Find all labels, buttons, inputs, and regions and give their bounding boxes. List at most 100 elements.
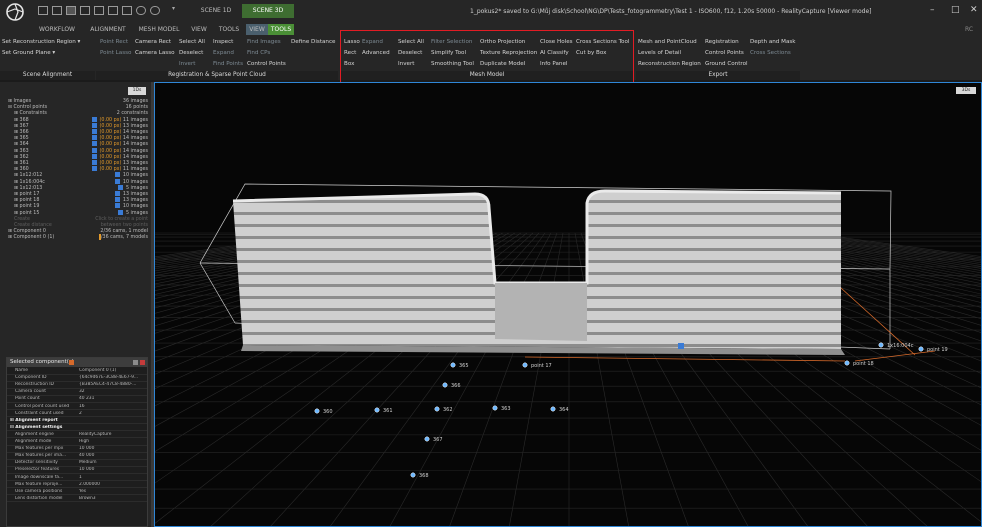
select-all-button[interactable]: Select All	[179, 39, 205, 45]
layout-3-icon[interactable]	[66, 6, 76, 15]
checkbox-icon[interactable]	[91, 122, 97, 128]
tab-tools[interactable]: TOOLS	[216, 24, 242, 35]
panel-pin-icon[interactable]	[69, 360, 74, 365]
export-registration-button[interactable]: Registration	[705, 39, 739, 45]
checkbox-icon[interactable]	[114, 197, 120, 203]
redo-icon[interactable]	[150, 6, 160, 15]
panel-float-icon[interactable]	[133, 360, 138, 365]
property-row[interactable]: Lens distortion model Brown3	[7, 496, 147, 503]
layout-6-icon[interactable]	[108, 6, 118, 15]
control-point-marker[interactable]	[522, 362, 528, 368]
point-lasso-button[interactable]: Point Lasso	[100, 50, 131, 56]
control-point-marker[interactable]	[844, 360, 850, 366]
camera-lasso-button[interactable]: Camera Lasso	[135, 50, 175, 56]
checkbox-icon[interactable]	[114, 178, 120, 184]
selection-marker[interactable]	[678, 343, 684, 349]
tree-row[interactable]: ⊞ Component 0 (1) /36 cams, 7 models	[8, 234, 148, 241]
export-ground-control-button[interactable]: Ground Control	[705, 61, 748, 67]
minimize-button[interactable]: –	[930, 5, 935, 15]
checkbox-icon[interactable]	[91, 153, 97, 159]
property-row[interactable]: Camera count 32	[7, 389, 147, 396]
control-point-marker[interactable]	[410, 472, 416, 478]
3d-scene[interactable]: 365 point 17 366 360 361 362 363 364 367 368 1x16:…	[155, 83, 982, 527]
property-row[interactable]: Detector sensitivity Medium	[7, 460, 147, 467]
3d-viewport[interactable]: 3Ds 365 point 17 366 360 361 362 363 364…	[154, 82, 982, 527]
expand-button[interactable]: Expand	[213, 50, 234, 56]
layout-7-icon[interactable]	[122, 6, 132, 15]
control-point-marker[interactable]	[442, 382, 448, 388]
maximize-button[interactable]: □	[951, 5, 960, 15]
find-images-button[interactable]: Find Images	[247, 39, 281, 45]
property-row[interactable]: Image downscale fa... 1	[7, 475, 147, 482]
checkbox-icon[interactable]	[91, 166, 97, 172]
checkbox-icon[interactable]	[91, 160, 97, 165]
close-button[interactable]: ✕	[970, 5, 978, 15]
set-ground-plane-button[interactable]: Set Ground Plane ▾	[2, 50, 55, 56]
control-point-marker[interactable]	[314, 408, 320, 414]
control-points-button[interactable]: Control Points	[247, 61, 286, 67]
tree-panel-badge[interactable]: 1Ds	[128, 87, 146, 95]
tab-workflow[interactable]: WORKFLOW	[34, 24, 80, 35]
checkbox-icon[interactable]	[114, 172, 120, 178]
camera-rect-button[interactable]: Camera Rect	[135, 39, 171, 45]
property-row[interactable]: Use camera positions Yes	[7, 489, 147, 496]
layout-5-icon[interactable]	[94, 6, 104, 15]
property-row[interactable]: Name Component 0 (1)	[7, 368, 147, 375]
property-row[interactable]: Alignment engine RealityCapture	[7, 432, 147, 439]
property-row[interactable]: Constraint count used 2	[7, 411, 147, 418]
checkbox-icon[interactable]	[91, 129, 97, 134]
tab-view[interactable]: VIEW	[188, 24, 210, 35]
scene-tab-3d[interactable]: SCENE 3D	[242, 4, 294, 18]
deselect-button[interactable]: Deselect	[179, 50, 203, 56]
export-control-points-button[interactable]: Control Points	[705, 50, 744, 56]
inspect-button[interactable]: Inspect	[213, 39, 233, 45]
property-row[interactable]: Component ID {64c9d67E-3C88-4E67-9...	[7, 375, 147, 382]
property-row[interactable]: Max features per ima... 40 000	[7, 453, 147, 460]
tab-mesh-model[interactable]: MESH MODEL	[136, 24, 182, 35]
control-point-marker[interactable]	[492, 405, 498, 411]
tab-view-contextual[interactable]: VIEW	[246, 24, 268, 35]
define-distance-button[interactable]: Define Distance	[291, 39, 336, 45]
invert-button[interactable]: Invert	[179, 61, 195, 67]
panel-close-icon[interactable]	[140, 360, 145, 365]
export-lod-button[interactable]: Levels of Detail	[638, 50, 681, 56]
point-rect-button[interactable]: Point Rect	[100, 39, 128, 45]
find-points-button[interactable]: Find Points	[213, 61, 243, 67]
control-point-marker[interactable]	[918, 346, 924, 352]
property-row[interactable]: Reconstruction ID {B385AEC4-47C8-4880-...	[7, 382, 147, 389]
checkbox-icon[interactable]	[91, 135, 97, 141]
user-badge[interactable]: RC	[962, 24, 976, 35]
tab-tools-active[interactable]: TOOLS	[268, 24, 294, 35]
tab-alignment[interactable]: ALIGNMENT	[86, 24, 130, 35]
checkbox-icon[interactable]	[114, 203, 120, 209]
checkbox-icon[interactable]	[91, 116, 97, 122]
control-point-marker[interactable]	[434, 406, 440, 412]
control-point-marker[interactable]	[550, 406, 556, 412]
set-reconstruction-region-button[interactable]: Set Reconstruction Region ▾	[2, 39, 80, 45]
property-row[interactable]: ⊞ Alignment report	[7, 418, 147, 425]
property-row[interactable]: Max features per mpx 10 000	[7, 446, 147, 453]
property-row[interactable]: ⊟ Alignment settings	[7, 425, 147, 432]
control-point-marker[interactable]	[374, 407, 380, 413]
layout-2-icon[interactable]	[52, 6, 62, 15]
property-row[interactable]: Preselector features 10 000	[7, 467, 147, 474]
checkbox-icon[interactable]	[91, 147, 97, 153]
property-row[interactable]: Point count 40 231	[7, 396, 147, 403]
export-cross-sections-button[interactable]: Cross Sections	[750, 50, 791, 56]
layout-1-icon[interactable]	[38, 6, 48, 15]
control-point-marker[interactable]	[878, 342, 884, 348]
dropdown-icon[interactable]: ▾	[172, 5, 178, 14]
undo-icon[interactable]	[136, 6, 146, 15]
scene-tab-1d[interactable]: SCENE 1D	[190, 4, 242, 18]
control-point-marker[interactable]	[424, 436, 430, 442]
property-row[interactable]: Max feature reproje... 2.000000	[7, 482, 147, 489]
export-mesh-pointcloud-button[interactable]: Mesh and PointCloud	[638, 39, 697, 45]
layout-4-icon[interactable]	[80, 6, 90, 15]
checkbox-icon[interactable]	[117, 184, 123, 190]
export-reconstruction-region-button[interactable]: Reconstruction Region	[638, 61, 701, 67]
checkbox-icon[interactable]	[117, 209, 123, 215]
find-cps-button[interactable]: Find CPs	[247, 50, 270, 56]
control-point-marker[interactable]	[450, 362, 456, 368]
property-row[interactable]: Control point count used 16	[7, 404, 147, 411]
export-depth-mask-button[interactable]: Depth and Mask	[750, 39, 796, 45]
